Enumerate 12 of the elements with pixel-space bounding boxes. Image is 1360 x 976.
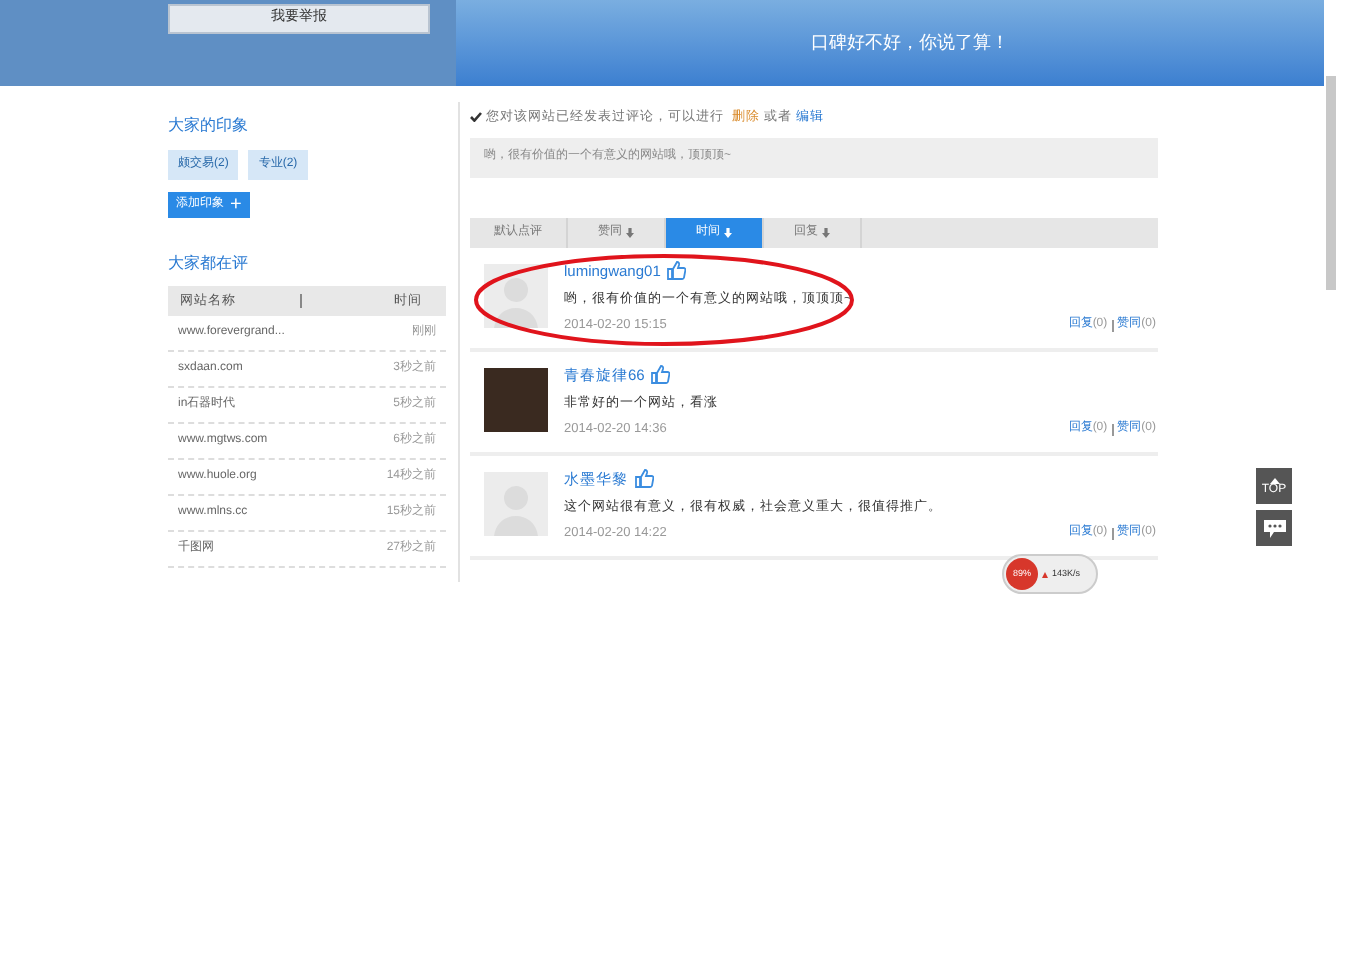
upload-arrow-icon [1042,571,1048,577]
feedback-button[interactable] [1256,510,1292,546]
thumbs-up-icon[interactable] [650,364,671,385]
thumbs-up-icon[interactable] [666,260,687,281]
thumbs-up-icon[interactable] [634,468,654,489]
scrollbar-thumb[interactable] [1326,76,1336,290]
chat-bubble-icon [1263,519,1285,537]
section-title: 大家的印象 [168,114,250,138]
check-icon [470,112,482,123]
section-title: 大家都在评 [168,252,250,276]
up-triangle-icon [1269,477,1279,483]
banner-slogan: 口碑好不好，你说了算！ [811,30,1009,57]
